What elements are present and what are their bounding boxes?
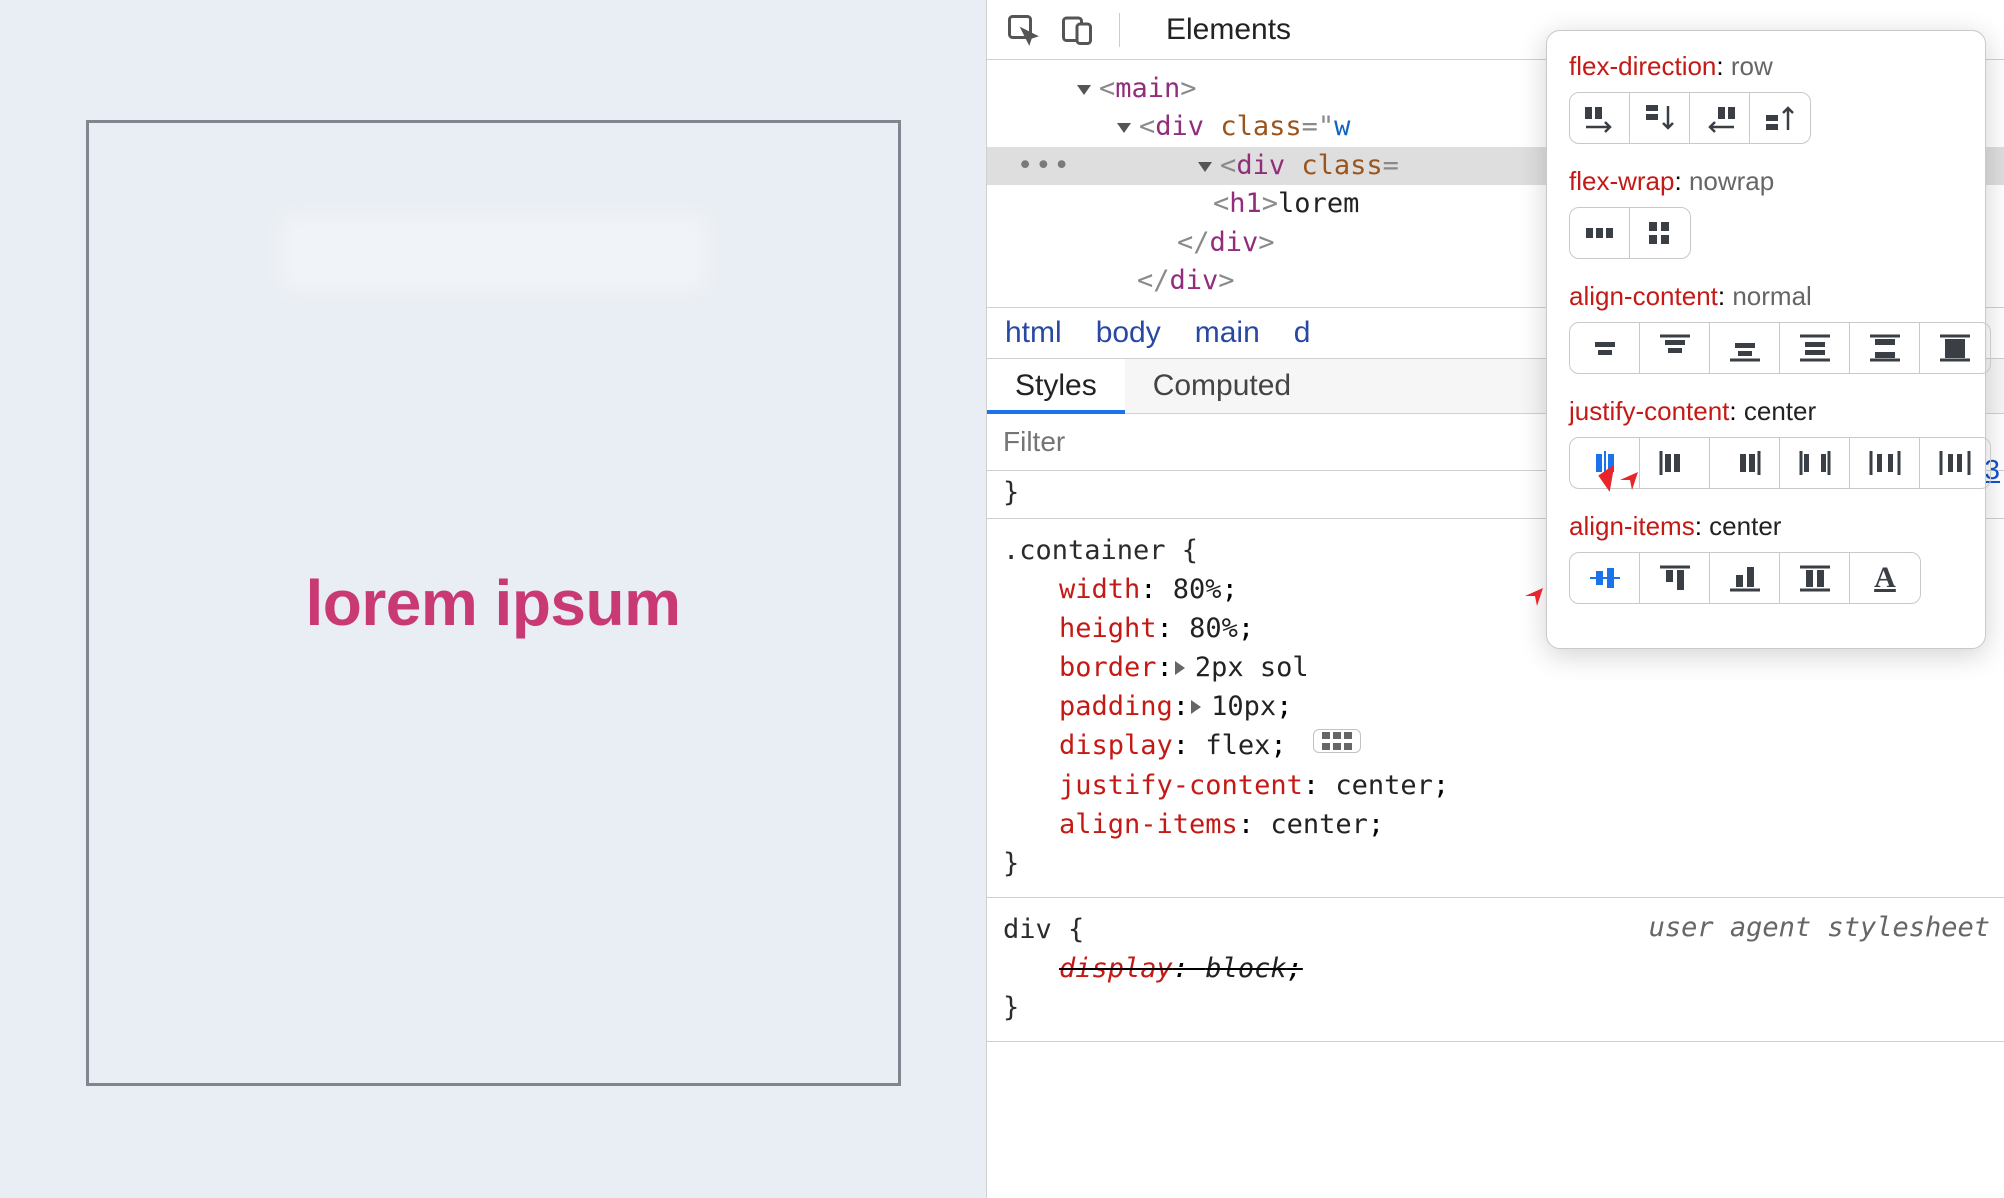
justify-content-label: justify-content	[1569, 396, 1729, 426]
align-items-center-button[interactable]	[1570, 553, 1640, 603]
css-val-height[interactable]: 80%	[1189, 613, 1238, 644]
flex-wrap-nowrap-button[interactable]	[1570, 208, 1630, 258]
preview-pane: lorem ipsum	[0, 0, 986, 1198]
align-items-start-button[interactable]	[1640, 553, 1710, 603]
align-content-group: align-content: normal	[1569, 281, 1963, 374]
ellipsis-icon[interactable]: •••	[1017, 150, 1072, 181]
css-prop-display[interactable]: display	[1059, 730, 1173, 761]
flexbox-editor-button[interactable]	[1313, 729, 1361, 753]
crumb-html[interactable]: html	[1005, 316, 1062, 350]
callout-arrow-icon	[1497, 582, 1557, 632]
css-val-align-items[interactable]: center	[1270, 809, 1368, 840]
crumb-body[interactable]: body	[1096, 316, 1161, 350]
flex-wrap-wrap-button[interactable]	[1630, 208, 1690, 258]
preview-container: lorem ipsum	[86, 120, 901, 1086]
flex-wrap-value: nowrap	[1689, 166, 1774, 196]
dom-h1-text: lorem	[1278, 188, 1359, 219]
tab-computed[interactable]: Computed	[1125, 359, 1319, 413]
align-content-stretch-button[interactable]	[1920, 323, 1990, 373]
css-prop-height[interactable]: height	[1059, 613, 1157, 644]
justify-content-space-around-button[interactable]	[1850, 438, 1920, 488]
caret-down-icon[interactable]	[1077, 85, 1091, 95]
css-brace-close: }	[1003, 848, 1019, 879]
flex-direction-row-button[interactable]	[1570, 93, 1630, 143]
align-content-value: normal	[1732, 281, 1811, 311]
justify-content-space-evenly-button[interactable]	[1920, 438, 1990, 488]
css-prop-padding[interactable]: padding	[1059, 691, 1173, 722]
tab-styles[interactable]: Styles	[987, 359, 1125, 413]
inspect-icon[interactable]	[1005, 12, 1041, 48]
justify-content-space-between-button[interactable]	[1780, 438, 1850, 488]
css-prop-justify-content[interactable]: justify-content	[1059, 770, 1303, 801]
css-val-width[interactable]: 80%	[1173, 574, 1222, 605]
css-rule-ua-div[interactable]: user agent stylesheet div { display: blo…	[987, 898, 2004, 1042]
tab-elements[interactable]: Elements	[1166, 13, 1291, 47]
css-val-display: block	[1205, 953, 1286, 984]
align-content-end-button[interactable]	[1710, 323, 1780, 373]
device-toggle-icon[interactable]	[1059, 12, 1095, 48]
css-val-border[interactable]: 2px sol	[1195, 652, 1309, 683]
justify-content-value: center	[1744, 396, 1816, 426]
css-prop-display: display	[1059, 953, 1173, 984]
flex-direction-row-reverse-button[interactable]	[1690, 93, 1750, 143]
expand-icon[interactable]	[1191, 700, 1201, 714]
flex-direction-label: flex-direction	[1569, 51, 1716, 81]
flexbox-popover: flex-direction: row flex-wrap: nowrap al…	[1546, 30, 1986, 649]
align-content-space-around-button[interactable]	[1780, 323, 1850, 373]
preview-heading: lorem ipsum	[305, 566, 680, 640]
flex-wrap-label: flex-wrap	[1569, 166, 1674, 196]
css-prop-align-items[interactable]: align-items	[1059, 809, 1238, 840]
align-content-start-button[interactable]	[1640, 323, 1710, 373]
align-content-space-between-button[interactable]	[1850, 323, 1920, 373]
callout-arrow-icon	[1592, 466, 1652, 516]
ua-stylesheet-label: user agent stylesheet	[1649, 908, 1990, 947]
crumb-div[interactable]: d	[1294, 316, 1311, 350]
caret-down-icon[interactable]	[1198, 162, 1212, 172]
align-items-baseline-button[interactable]: A	[1850, 553, 1920, 603]
css-prop-width[interactable]: width	[1059, 574, 1140, 605]
toolbar-separator	[1119, 13, 1120, 47]
align-content-center-button[interactable]	[1570, 323, 1640, 373]
flex-direction-column-button[interactable]	[1630, 93, 1690, 143]
preview-highlight-blur	[279, 213, 709, 293]
crumb-main[interactable]: main	[1195, 316, 1260, 350]
flex-direction-value: row	[1731, 51, 1773, 81]
css-selector[interactable]: div {	[1003, 914, 1084, 945]
flex-wrap-group: flex-wrap: nowrap	[1569, 166, 1963, 259]
caret-down-icon[interactable]	[1117, 123, 1131, 133]
align-items-end-button[interactable]	[1710, 553, 1780, 603]
css-val-padding[interactable]: 10px	[1211, 691, 1276, 722]
align-items-stretch-button[interactable]	[1780, 553, 1850, 603]
flex-direction-column-reverse-button[interactable]	[1750, 93, 1810, 143]
align-items-value: center	[1709, 511, 1781, 541]
css-val-display[interactable]: flex	[1205, 730, 1270, 761]
flex-direction-group: flex-direction: row	[1569, 51, 1963, 144]
css-selector[interactable]: .container {	[1003, 535, 1198, 566]
css-val-justify-content[interactable]: center	[1335, 770, 1433, 801]
devtools-panel: Elements <main> <div class="w ••• <div c…	[986, 0, 2004, 1198]
justify-content-end-button[interactable]	[1710, 438, 1780, 488]
css-prop-border[interactable]: border	[1059, 652, 1157, 683]
expand-icon[interactable]	[1175, 661, 1185, 675]
align-items-group: align-items: center A	[1569, 511, 1963, 604]
align-content-label: align-content	[1569, 281, 1718, 311]
css-brace-close: }	[1003, 992, 1019, 1023]
